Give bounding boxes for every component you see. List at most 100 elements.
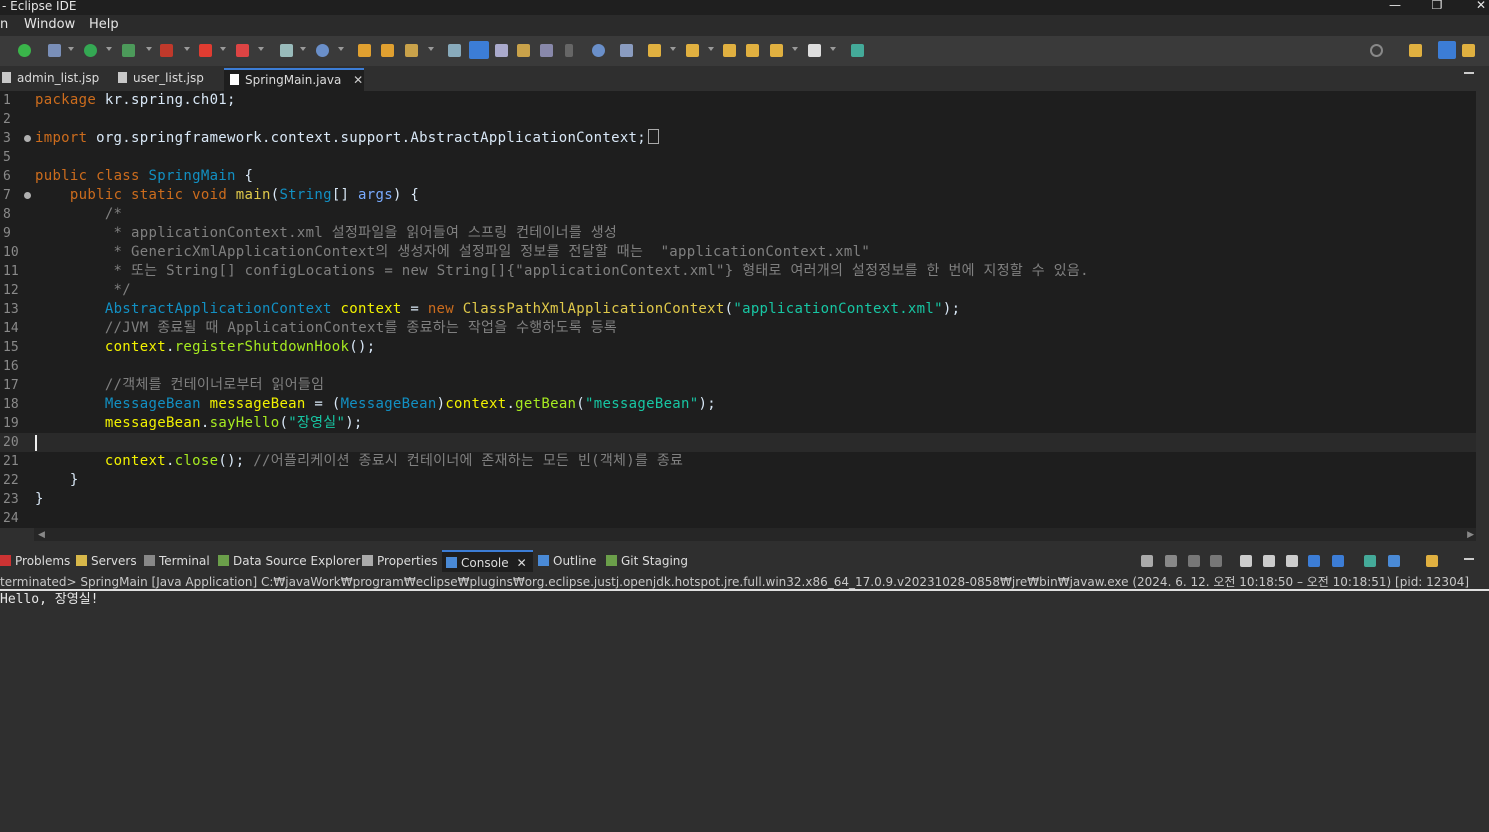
tab-terminal[interactable]: Terminal (144, 550, 210, 572)
minimize-editor-icon[interactable] (1464, 72, 1474, 74)
text-cursor (35, 435, 37, 451)
debug-icon[interactable] (48, 44, 61, 57)
collapsed-imports-icon[interactable] (648, 129, 660, 144)
tab-admin-list[interactable]: admin_list.jsp (0, 68, 108, 90)
code-line: 21 context.close(); //어플리케이션 종료시 컨테이너에 존… (0, 452, 1476, 471)
show-on-stderr-icon[interactable] (1332, 555, 1344, 567)
maximize-button[interactable]: ❐ (1422, 0, 1452, 13)
chevron-down-icon[interactable] (830, 47, 836, 51)
stop-icon[interactable] (199, 44, 212, 57)
chevron-down-icon[interactable] (184, 47, 190, 51)
editor-vertical-scrollbar[interactable] (1476, 91, 1489, 528)
word-wrap-icon[interactable] (1263, 555, 1275, 567)
tab-properties[interactable]: Properties (362, 550, 438, 572)
pin-console-icon[interactable] (1286, 555, 1298, 567)
minimize-panel-icon[interactable] (1464, 558, 1474, 560)
java-perspective-icon[interactable] (1462, 44, 1475, 57)
tab-console[interactable]: Console ✕ (442, 550, 533, 574)
editor-horizontal-scrollbar[interactable]: ◀ ▶ (34, 528, 1476, 541)
tab-user-list[interactable]: user_list.jsp (118, 68, 224, 90)
clear-console-icon[interactable] (1210, 555, 1222, 567)
console-header-text: terminated> SpringMain [Java Application… (0, 575, 1470, 589)
code-editor[interactable]: 1 package kr.spring.ch01; 2 3 import org… (0, 91, 1476, 528)
tab-data-source-explorer[interactable]: Data Source Explorer (218, 550, 360, 572)
chevron-down-icon[interactable] (708, 47, 714, 51)
previous-annotation-icon[interactable] (686, 44, 699, 57)
code-line: 6 public class SpringMain { (0, 167, 1476, 186)
fold-icon[interactable] (24, 135, 31, 142)
pilcrow-icon[interactable] (565, 44, 573, 57)
console-output-area[interactable]: Hello, 장영실! (0, 591, 1489, 832)
toggle-block-select-icon[interactable] (517, 44, 530, 57)
chevron-down-icon[interactable] (792, 47, 798, 51)
last-edit-icon[interactable] (723, 44, 736, 57)
code-text: public static void main(String[] args) { (69, 187, 420, 203)
new-icon[interactable] (280, 44, 293, 57)
close-window-button[interactable]: ✕ (1466, 0, 1489, 13)
code-text: * 또는 String[] configLocations = new Stri… (35, 263, 1089, 279)
chevron-down-icon[interactable] (670, 47, 676, 51)
open-folder-icon[interactable] (381, 44, 394, 57)
scroll-right-icon[interactable]: ▶ (1467, 530, 1474, 540)
chevron-down-icon[interactable] (220, 47, 226, 51)
open-console-icon[interactable] (1364, 555, 1376, 567)
show-whitespace-icon[interactable] (540, 44, 553, 57)
brush-icon[interactable] (405, 44, 418, 57)
tab-servers[interactable]: Servers (76, 550, 137, 572)
perspective-icon[interactable] (1409, 44, 1422, 57)
chevron-down-icon[interactable] (106, 47, 112, 51)
chevron-down-icon[interactable] (68, 47, 74, 51)
external-tools-icon[interactable] (160, 44, 173, 57)
forward-edit-icon[interactable] (746, 44, 759, 57)
remove-all-terminated-icon[interactable] (1188, 555, 1200, 567)
back-arrow-icon[interactable] (770, 44, 783, 57)
menu-run[interactable]: n (0, 17, 8, 32)
tab-label: Problems (15, 554, 71, 568)
tab-springmain[interactable]: SpringMain.java ✕ (224, 68, 364, 92)
chevron-down-icon[interactable] (428, 47, 434, 51)
line-number: 5 (3, 150, 11, 165)
scroll-left-icon[interactable]: ◀ (38, 530, 45, 540)
display-console-icon[interactable] (1388, 555, 1400, 567)
search-globe-icon[interactable] (592, 44, 605, 57)
toggle-word-wrap-icon[interactable] (495, 44, 508, 57)
terminate-console-icon[interactable] (1165, 555, 1177, 567)
main-toolbar (0, 37, 1489, 66)
close-tab-icon[interactable]: ✕ (353, 73, 363, 87)
mark-occurrences-icon[interactable] (469, 41, 489, 59)
chevron-down-icon[interactable] (146, 47, 152, 51)
minimize-button[interactable]: — (1380, 0, 1410, 13)
new-java-class-icon[interactable] (316, 44, 329, 57)
line-number: 21 (3, 454, 19, 469)
skip-breakpoints-icon[interactable] (620, 44, 633, 57)
menu-help[interactable]: Help (89, 17, 119, 32)
chevron-down-icon[interactable] (258, 47, 264, 51)
tab-problems[interactable]: Problems (0, 550, 70, 572)
start-server-icon[interactable] (18, 44, 31, 57)
terminal-toolbar-icon[interactable] (851, 44, 864, 57)
tab-git-staging[interactable]: Git Staging (606, 550, 688, 572)
menu-window[interactable]: Window (24, 17, 75, 32)
chevron-down-icon[interactable] (300, 47, 306, 51)
run-icon[interactable] (84, 44, 97, 57)
terminate-icon[interactable] (236, 44, 249, 57)
show-on-stdout-icon[interactable] (1308, 555, 1320, 567)
coverage-icon[interactable] (122, 44, 135, 57)
toggle-ant-icon[interactable] (448, 44, 461, 57)
close-tab-icon[interactable]: ✕ (517, 556, 527, 570)
code-line: 1 package kr.spring.ch01; (0, 91, 1476, 110)
console-icon (446, 557, 457, 568)
fold-icon[interactable] (24, 192, 31, 199)
next-annotation-icon[interactable] (648, 44, 661, 57)
new-console-icon[interactable] (1426, 555, 1438, 567)
remove-launch-icon[interactable] (1141, 555, 1153, 567)
jee-perspective-icon[interactable] (1438, 41, 1456, 59)
scroll-lock-icon[interactable] (1240, 555, 1252, 567)
code-line: 18 MessageBean messageBean = (MessageBea… (0, 395, 1476, 414)
tab-outline[interactable]: Outline (538, 550, 596, 572)
forward-arrow-icon[interactable] (808, 44, 821, 57)
code-line: 23 } (0, 490, 1476, 509)
chevron-down-icon[interactable] (338, 47, 344, 51)
open-type-icon[interactable] (358, 44, 371, 57)
search-icon[interactable] (1370, 44, 1383, 57)
